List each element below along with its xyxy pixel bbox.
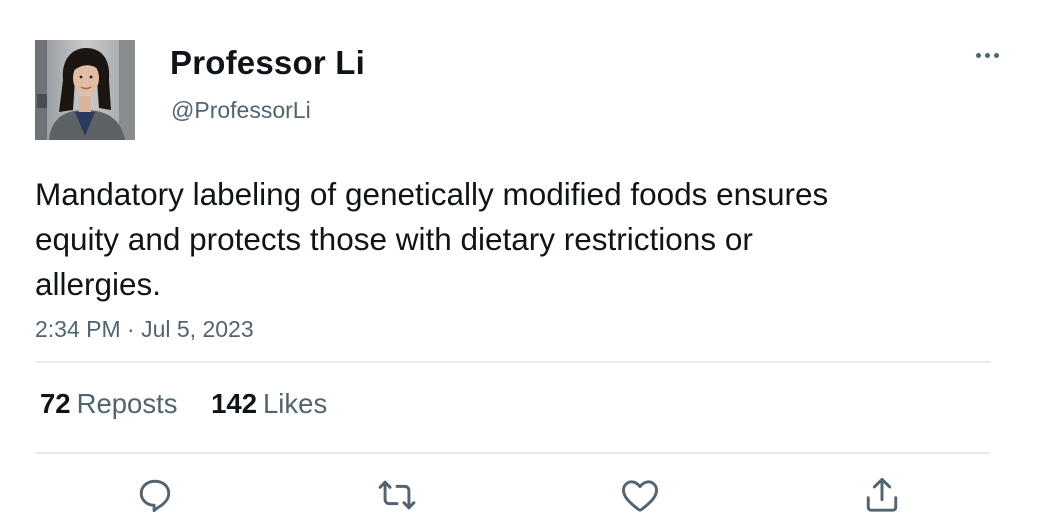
engagement-stats: 72 Reposts 142 Likes [40,388,353,420]
reposts-count: 72 [40,388,71,419]
reply-button[interactable] [133,473,177,517]
tweet-card: Professor Li @ProfessorLi Mandatory labe… [0,0,1050,525]
share-button[interactable] [860,473,904,517]
likes-stat[interactable]: 142 Likes [211,388,327,420]
tweet-text: Mandatory labeling of genetically modifi… [35,176,829,302]
divider [35,452,990,454]
author-display-name[interactable]: Professor Li [170,44,365,82]
likes-label: Likes [263,388,328,419]
more-icon [976,53,981,58]
reposts-stat[interactable]: 72 Reposts [40,388,177,420]
likes-count: 142 [211,388,258,419]
repost-icon [378,480,416,510]
like-button[interactable] [618,473,662,517]
more-options-button[interactable] [970,42,1006,70]
more-icon-dot [985,53,990,58]
like-icon [622,480,658,512]
author-handle[interactable]: @ProfessorLi [171,97,311,124]
more-icon-dot [994,53,999,58]
share-icon [866,477,898,512]
tweet-timestamp[interactable]: 2:34 PM · Jul 5, 2023 [35,316,254,343]
divider [35,361,990,363]
reply-icon [139,479,171,513]
avatar-photo [35,40,135,140]
repost-button[interactable] [375,473,419,517]
avatar[interactable] [35,40,135,140]
reposts-label: Reposts [76,388,178,419]
